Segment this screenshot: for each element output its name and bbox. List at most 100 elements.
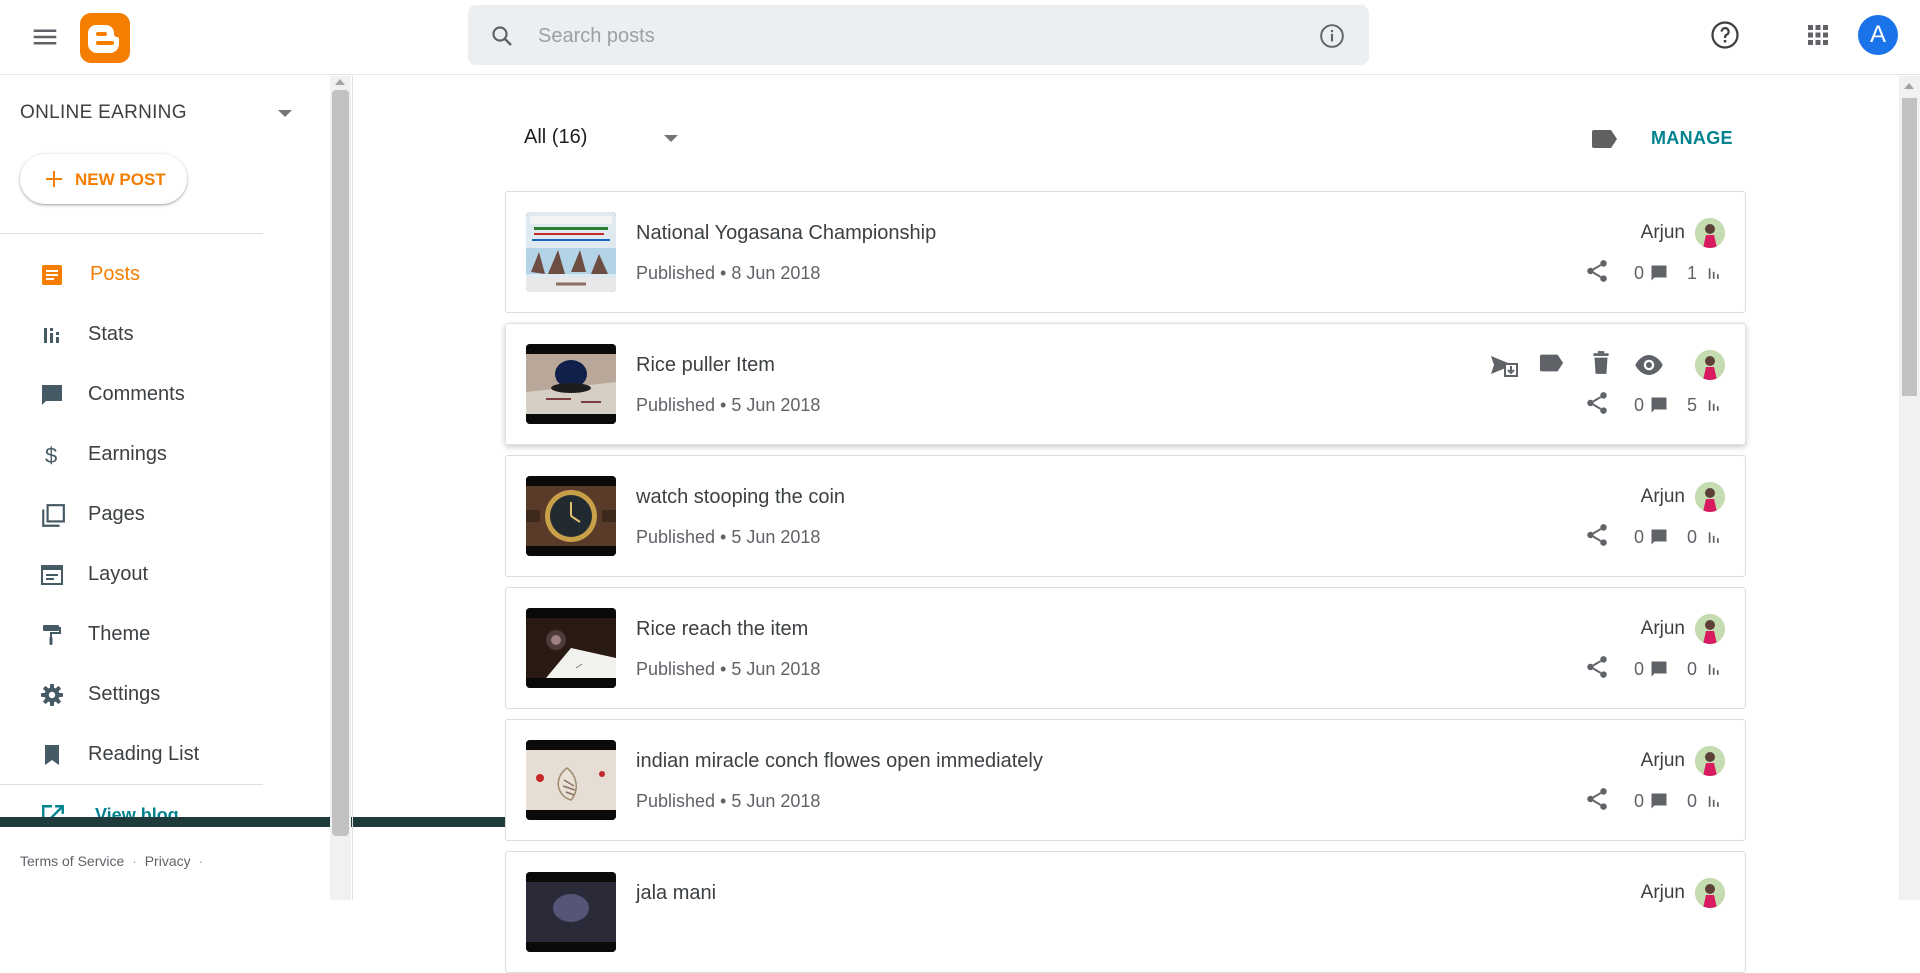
apps-icon[interactable] — [1806, 23, 1830, 47]
sidebar-scrollbar[interactable] — [330, 76, 351, 900]
post-status: Published • 5 Jun 2018 — [636, 791, 821, 811]
post-thumbnail — [526, 212, 616, 292]
comment-count: 0 — [1634, 791, 1645, 811]
post-author: Arjun — [1640, 750, 1685, 771]
scrollbar-thumb[interactable] — [1902, 98, 1917, 396]
preview-eye-icon[interactable] — [1634, 350, 1664, 380]
stats-icon — [1707, 794, 1721, 808]
sidebar-item-comments[interactable]: Comments — [0, 370, 263, 420]
sidebar-item-label: Comments — [88, 383, 185, 405]
terms-link[interactable]: Terms of Service — [20, 853, 124, 869]
info-icon[interactable] — [1319, 23, 1345, 49]
post-status: Published • 8 Jun 2018 — [636, 263, 821, 283]
post-thumbnail — [526, 344, 616, 424]
bookmark-icon — [40, 743, 64, 767]
menu-icon[interactable] — [30, 22, 60, 52]
sidebar-item-earnings[interactable]: $ Earnings — [0, 430, 263, 480]
blogger-logo[interactable] — [80, 13, 130, 63]
post-row[interactable]: Rice reach the item Published • 5 Jun 20… — [505, 587, 1746, 709]
view-blog-link[interactable]: View blog — [0, 790, 263, 840]
comment-icon — [1650, 528, 1668, 546]
post-title[interactable]: indian miracle conch flowes open immedia… — [636, 750, 1043, 773]
layout-icon — [40, 563, 64, 587]
dollar-icon: $ — [40, 443, 64, 467]
gear-icon — [40, 683, 64, 707]
author-avatar — [1695, 218, 1725, 248]
post-filter-dropdown[interactable]: All (16) — [524, 124, 694, 154]
view-count: 0 — [1687, 659, 1698, 679]
comments-icon — [40, 383, 64, 407]
sidebar-item-layout[interactable]: Layout — [0, 550, 263, 600]
main-scrollbar[interactable] — [1899, 76, 1920, 900]
author-avatar — [1695, 482, 1725, 512]
posts-icon — [40, 263, 64, 287]
post-title[interactable]: Rice puller Item — [636, 354, 775, 377]
view-count: 5 — [1687, 395, 1698, 415]
comment-count: 0 — [1634, 659, 1645, 679]
search-icon[interactable] — [490, 24, 514, 48]
scroll-up-arrow[interactable] — [1904, 83, 1914, 89]
plus-icon — [44, 169, 64, 189]
comment-icon — [1650, 660, 1668, 678]
post-title[interactable]: watch stooping the coin — [636, 486, 845, 509]
sidebar-item-label: Reading List — [88, 743, 200, 765]
sidebar-item-pages[interactable]: Pages — [0, 490, 263, 540]
chevron-down-icon — [664, 135, 678, 142]
sidebar-item-label: Pages — [88, 503, 145, 525]
scrollbar-thumb[interactable] — [332, 90, 349, 836]
new-post-button[interactable]: NEW POST — [20, 154, 187, 204]
share-icon[interactable] — [1584, 390, 1610, 416]
share-icon[interactable] — [1584, 258, 1610, 284]
sidebar-item-label: Theme — [88, 623, 151, 645]
top-bar: A — [0, 0, 1920, 75]
label-icon[interactable] — [1591, 128, 1619, 150]
post-title[interactable]: National Yogasana Championship — [636, 222, 936, 245]
post-title[interactable]: jala mani — [636, 882, 716, 905]
stats-icon — [40, 323, 64, 347]
share-icon[interactable] — [1584, 786, 1610, 812]
sidebar-item-label: Layout — [88, 563, 149, 585]
search-box[interactable] — [468, 5, 1369, 65]
blog-selector[interactable]: ONLINE EARNING — [20, 98, 300, 128]
comment-count: 0 — [1634, 263, 1645, 283]
sidebar-item-theme[interactable]: Theme — [0, 610, 263, 660]
sidebar-item-settings[interactable]: Settings — [0, 670, 263, 720]
chevron-down-icon — [278, 110, 292, 117]
post-status: Published • 5 Jun 2018 — [636, 659, 821, 679]
post-row[interactable]: indian miracle conch flowes open immedia… — [505, 719, 1746, 841]
svg-text:$: $ — [45, 443, 57, 467]
post-status: Published • 5 Jun 2018 — [636, 395, 821, 415]
manage-labels-button[interactable]: MANAGE — [1651, 128, 1733, 149]
scroll-up-arrow[interactable] — [335, 79, 345, 85]
post-row[interactable]: National Yogasana Championship Published… — [505, 191, 1746, 313]
sidebar-item-stats[interactable]: Stats — [0, 310, 263, 360]
filter-label: All (16) — [524, 126, 588, 148]
comment-count: 0 — [1634, 527, 1645, 547]
stats-icon — [1707, 266, 1721, 280]
post-row[interactable]: jala mani Arjun — [505, 851, 1746, 973]
help-icon[interactable] — [1710, 20, 1740, 50]
stats-icon — [1707, 398, 1721, 412]
search-input[interactable] — [538, 23, 1238, 49]
revert-to-draft-icon[interactable] — [1489, 350, 1519, 380]
delete-icon[interactable] — [1588, 350, 1614, 376]
sidebar-item-reading-list[interactable]: Reading List — [0, 730, 263, 780]
post-author: Arjun — [1640, 882, 1685, 903]
post-thumbnail — [526, 740, 616, 820]
post-thumbnail — [526, 608, 616, 688]
author-avatar — [1695, 746, 1725, 776]
account-avatar[interactable]: A — [1858, 15, 1898, 55]
post-row[interactable]: watch stooping the coin Published • 5 Ju… — [505, 455, 1746, 577]
main-content: All (16) MANAGE National Yogasana Champi… — [353, 76, 1899, 973]
sidebar-item-posts[interactable]: Posts — [0, 250, 263, 300]
post-title[interactable]: Rice reach the item — [636, 618, 808, 641]
comment-icon — [1650, 264, 1668, 282]
post-row[interactable]: Rice puller Item Published • 5 Jun 2018 … — [505, 323, 1746, 445]
label-icon[interactable] — [1539, 350, 1565, 376]
share-icon[interactable] — [1584, 522, 1610, 548]
privacy-link[interactable]: Privacy — [145, 853, 191, 869]
comment-icon — [1650, 396, 1668, 414]
sidebar-item-label: Earnings — [88, 443, 167, 465]
author-avatar — [1695, 350, 1725, 380]
share-icon[interactable] — [1584, 654, 1610, 680]
